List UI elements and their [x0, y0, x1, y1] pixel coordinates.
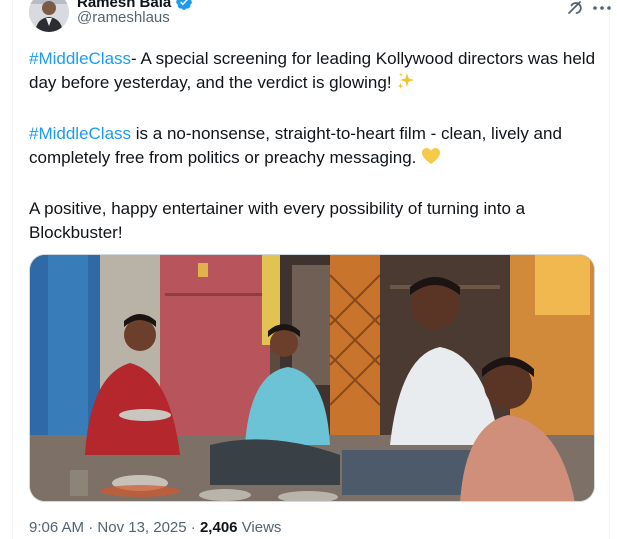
family-meal-photo	[30, 255, 594, 501]
hashtag-link[interactable]: #MiddleClass	[29, 49, 131, 68]
avatar[interactable]	[29, 0, 69, 32]
tweet-paragraph-3: A positive, happy entertainer with every…	[29, 199, 526, 242]
views-label: Views	[241, 519, 282, 536]
views-count: 2,406	[199, 519, 238, 536]
tweet-paragraph-1: #MiddleClass- A special screening for le…	[29, 47, 601, 98]
tweet-card: Ramesh Bala @rameshlaus #MiddleClass- A …	[12, 0, 611, 539]
tweet-media-photo[interactable]	[29, 254, 595, 502]
meta-separator: ·	[88, 519, 94, 536]
tweet-text: #MiddleClass- A special screening for le…	[29, 47, 601, 245]
meta-separator: ·	[190, 519, 196, 536]
yellow-heart-emoji-icon	[421, 146, 441, 173]
tweet-date[interactable]: Nov 13, 2025	[97, 519, 186, 536]
grok-icon[interactable]	[565, 0, 585, 18]
tweet-header: Ramesh Bala @rameshlaus	[29, 0, 611, 38]
avatar-image	[29, 0, 69, 32]
hashtag-link[interactable]: #MiddleClass	[29, 124, 131, 143]
tweet-meta: 9:06 AM · Nov 13, 2025 · 2,406 Views	[29, 519, 281, 536]
tweet-paragraph-2: #MiddleClass is a no-nonsense, straight-…	[29, 122, 601, 173]
author-handle[interactable]: @rameshlaus	[77, 9, 170, 26]
more-horizontal-icon[interactable]	[591, 0, 613, 18]
tweet-time[interactable]: 9:06 AM	[29, 519, 84, 536]
sparkles-emoji-icon	[396, 71, 416, 98]
verified-badge-icon	[175, 0, 193, 11]
